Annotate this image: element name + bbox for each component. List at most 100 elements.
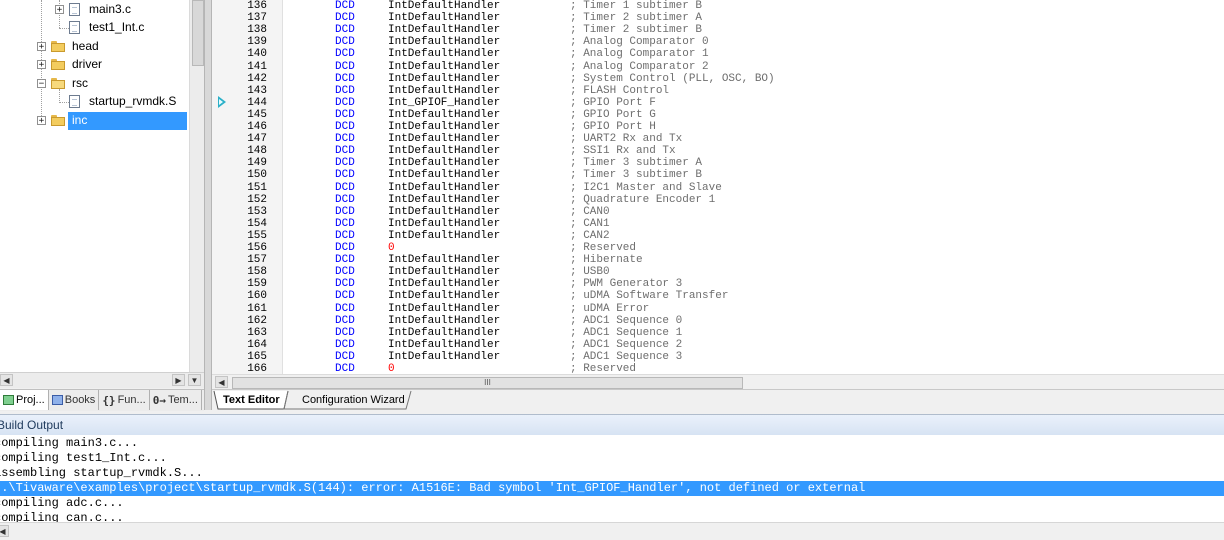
line-number: 166 [247,363,267,374]
code-line[interactable]: 157 DCD IntDefaultHandler ; Hibernate [212,254,1224,266]
code-line[interactable]: 145 DCD IntDefaultHandler ; GPIO Port G [212,109,1224,121]
code-line[interactable]: 149 DCD IntDefaultHandler ; Timer 3 subtime… [212,157,1224,169]
build-output-panel[interactable]: compiling main3.c... compiling test1_Int… [0,435,1224,522]
output-line[interactable]: assembling startup_rvmdk.S... [0,466,1224,481]
expand-plus-icon[interactable]: + [55,5,64,15]
tree-horizontal-scrollbar[interactable]: ◀ ▶ ▼ [0,372,204,388]
expand-plus-icon[interactable]: + [37,116,46,126]
expand-plus-icon[interactable]: + [37,60,46,70]
scroll-thumb[interactable]: III [232,377,743,389]
scroll-down-icon[interactable]: ▼ [188,374,201,386]
scroll-thumb[interactable] [192,0,204,66]
books-icon [51,395,63,405]
tree-item-label: inc [70,112,90,129]
code-comment: ; Reserved [570,363,637,374]
code-keyword: DCD [335,0,355,12]
code-operand: IntDefaultHandler [388,181,501,194]
code-line[interactable]: 137 DCD IntDefaultHandler ; Timer 2 subtime… [212,12,1224,24]
code-operand: IntDefaultHandler [388,108,501,121]
tree-item-label: rsc [72,76,88,90]
code-line[interactable]: 161 DCD IntDefaultHandler ; uDMA Error [212,303,1224,315]
project-tree[interactable]: + main3.c test1_Int.c + head + driver − … [0,0,204,372]
code-line[interactable]: 142 DCD IntDefaultHandler ; System Control … [212,73,1224,85]
code-line[interactable]: 139 DCD IntDefaultHandler ; Analog Comparat… [212,36,1224,48]
code-operand: IntDefaultHandler [388,229,501,242]
code-line[interactable]: 151 DCD IntDefaultHandler ; I2C1 Master and… [212,182,1224,194]
code-keyword: DCD [335,193,355,206]
tree-item-main3[interactable]: + main3.c [55,1,133,18]
code-line[interactable]: 144 DCD Int_GPIOF_Handler ; GPIO Port F [212,97,1224,109]
code-editor[interactable]: 136 DCD IntDefaultHandler ; Timer 1 subtime… [212,0,1224,374]
tree-item-label: test1_Int.c [89,20,145,34]
tree-item-inc[interactable]: + inc [37,112,90,129]
code-keyword: DCD [335,242,355,254]
c-file-icon [69,3,80,16]
tab-text-editor[interactable]: Text Editor [217,391,286,409]
tree-item-rsc[interactable]: − rsc [37,75,90,92]
code-line[interactable]: 152 DCD IntDefaultHandler ; Quadrature Enco… [212,194,1224,206]
scroll-right-icon[interactable]: ▶ [172,374,185,386]
code-line[interactable]: 148 DCD IntDefaultHandler ; SSI1 Rx and Tx [212,145,1224,157]
tab-project[interactable]: Proj... [0,390,49,410]
code-operand: IntDefaultHandler [388,121,501,133]
collapse-minus-icon[interactable]: − [37,79,46,89]
code-line[interactable]: 146 DCD IntDefaultHandler ; GPIO Port H [212,121,1224,133]
tab-books[interactable]: Books [49,390,100,410]
code-line[interactable]: 166 DCD 0 ; Reserved [212,363,1224,374]
code-operand: IntDefaultHandler [388,60,501,73]
tree-item-head[interactable]: + head [37,38,101,55]
pane-splitter[interactable] [204,0,212,410]
code-line[interactable]: 143 DCD IntDefaultHandler ; FLASH Control [212,85,1224,97]
code-line[interactable]: 141 DCD IntDefaultHandler ; Analog Comparat… [212,61,1224,73]
output-line[interactable]: compiling test1_Int.c... [0,451,1224,466]
tree-item-driver[interactable]: + driver [37,56,104,73]
code-operand: IntDefaultHandler [388,302,501,315]
editor-tab-bar: Text Editor Configuration Wizard [212,389,1224,411]
line-number: 150 [247,169,267,182]
tree-vertical-scrollbar[interactable] [189,0,204,372]
code-line[interactable]: 160 DCD IntDefaultHandler ; uDMA Software T… [212,290,1224,302]
code-line[interactable]: 159 DCD IntDefaultHandler ; PWM Generator 3 [212,278,1224,290]
code-keyword: DCD [335,12,355,25]
code-line[interactable]: 140 DCD IntDefaultHandler ; Analog Comparat… [212,48,1224,60]
line-number: 158 [247,266,267,279]
code-keyword: DCD [335,108,355,121]
code-line[interactable]: 138 DCD IntDefaultHandler ; Timer 2 subtime… [212,24,1224,36]
tab-functions[interactable]: {} Fun... [99,390,150,410]
code-line[interactable]: 163 DCD IntDefaultHandler ; ADC1 Sequence 1 [212,327,1224,339]
code-comment: ; ADC1 Sequence 0 [570,314,683,327]
code-line[interactable]: 155 DCD IntDefaultHandler ; CAN2 [212,230,1224,242]
code-line[interactable]: 162 DCD IntDefaultHandler ; ADC1 Sequence 0 [212,315,1224,327]
output-line[interactable]: compiling main3.c... [0,436,1224,451]
output-line[interactable]: compiling adc.c... [0,496,1224,511]
code-line[interactable]: 147 DCD IntDefaultHandler ; UART2 Rx and Tx [212,133,1224,145]
tab-templates[interactable]: 0→ Tem... [150,390,202,410]
code-comment: ; CAN0 [570,205,610,218]
code-line[interactable]: 164 DCD IntDefaultHandler ; ADC1 Sequence 2 [212,339,1224,351]
code-line[interactable]: 156 DCD 0 ; Reserved [212,242,1224,254]
tree-item-test1-int[interactable]: test1_Int.c [69,19,146,36]
code-line[interactable]: 150 DCD IntDefaultHandler ; Timer 3 subtime… [212,169,1224,181]
code-keyword: DCD [335,302,355,315]
line-number: 157 [247,254,267,267]
code-operand: IntDefaultHandler [388,326,501,339]
tab-configuration-wizard[interactable]: Configuration Wizard [296,391,411,409]
editor-horizontal-scrollbar[interactable]: ◀ III [212,374,1224,390]
code-line[interactable]: 136 DCD IntDefaultHandler ; Timer 1 subtime… [212,0,1224,12]
code-operand: IntDefaultHandler [388,290,501,303]
output-line-error[interactable]: ..\Tivaware\examples\project\startup_rvm… [0,481,1224,496]
scroll-left-icon[interactable]: ◀ [215,376,228,388]
code-line[interactable]: 165 DCD IntDefaultHandler ; ADC1 Sequence 3 [212,351,1224,363]
scroll-left-icon[interactable]: ◀ [0,374,13,386]
code-operand: IntDefaultHandler [388,36,501,49]
code-comment: ; I2C1 Master and Slave [570,181,722,194]
output-line[interactable]: compiling can.c... [0,511,1224,522]
code-comment: ; GPIO Port F [570,96,656,109]
tree-item-startup-rvmdk[interactable]: startup_rvmdk.S [69,93,178,110]
code-line[interactable]: 158 DCD IntDefaultHandler ; USB0 [212,266,1224,278]
code-line[interactable]: 154 DCD IntDefaultHandler ; CAN1 [212,218,1224,230]
scroll-left-icon[interactable]: ◀ [0,525,9,537]
build-output-horizontal-scrollbar[interactable]: ◀ [0,522,1224,540]
code-line[interactable]: 153 DCD IntDefaultHandler ; CAN0 [212,206,1224,218]
expand-plus-icon[interactable]: + [37,42,46,52]
